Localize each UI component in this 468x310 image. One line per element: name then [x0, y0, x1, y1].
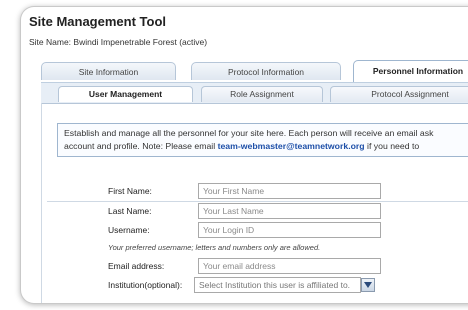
- tab-site-information[interactable]: Site Information: [41, 62, 176, 80]
- email-label: Email address:: [108, 261, 165, 271]
- sub-tabs: User Management Role Assignment Protocol…: [41, 83, 468, 104]
- content-panel: Establish and manage all the personnel f…: [41, 103, 468, 303]
- info-text-suffix: if you need to: [364, 141, 420, 151]
- section-divider: [47, 201, 468, 202]
- username-hint: Your preferred username; letters and num…: [108, 243, 321, 252]
- info-line-2: account and profile. Note: Please email …: [64, 140, 468, 153]
- info-box: Establish and manage all the personnel f…: [57, 123, 468, 157]
- tab-protocol-information[interactable]: Protocol Information: [191, 62, 341, 80]
- info-text: account and profile. Note: Please email: [64, 141, 218, 151]
- username-label: Username:: [108, 225, 150, 235]
- first-name-label: First Name:: [108, 186, 152, 196]
- tab-personnel-information[interactable]: Personnel Information: [353, 60, 468, 82]
- subtab-user-management[interactable]: User Management: [58, 86, 193, 102]
- last-name-input[interactable]: [198, 203, 381, 219]
- site-name: Site Name: Bwindi Impenetrable Forest (a…: [29, 37, 208, 47]
- main-tabs: Site Information Protocol Information Pe…: [41, 60, 468, 84]
- subtab-role-assignment[interactable]: Role Assignment: [201, 86, 323, 102]
- webmaster-email-link[interactable]: team-webmaster@teamnetwork.org: [218, 141, 365, 151]
- last-name-label: Last Name:: [108, 206, 152, 216]
- username-input[interactable]: [198, 222, 381, 238]
- institution-label: Institution(optional):: [108, 280, 183, 290]
- app-window: Site Management Tool Site Name: Bwindi I…: [20, 6, 468, 304]
- email-input[interactable]: [198, 258, 381, 274]
- chevron-down-icon: [364, 282, 372, 288]
- subtab-protocol-assignment[interactable]: Protocol Assignment: [330, 86, 468, 102]
- info-line-1: Establish and manage all the personnel f…: [64, 128, 434, 138]
- institution-dropdown-button[interactable]: [361, 278, 375, 292]
- first-name-input[interactable]: [198, 183, 381, 199]
- page-title: Site Management Tool: [29, 14, 166, 29]
- institution-select[interactable]: Select Institution this user is affiliat…: [194, 277, 361, 293]
